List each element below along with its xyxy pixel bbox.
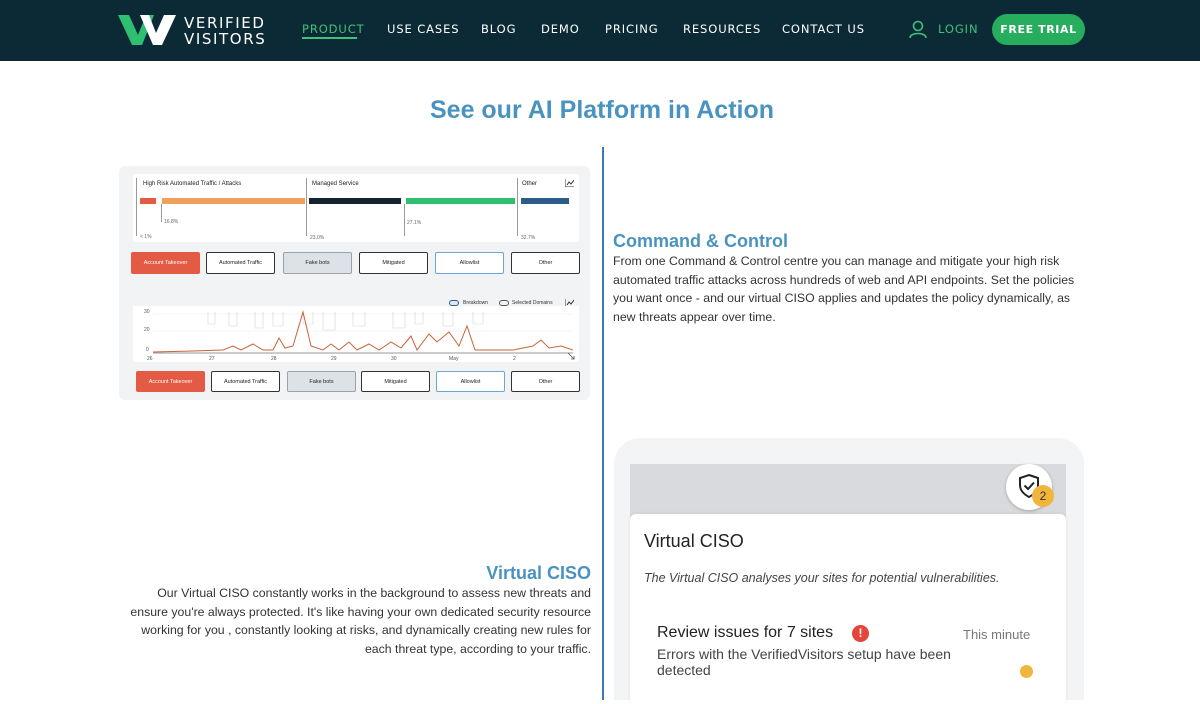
y-tick-20: 20 — [144, 327, 150, 333]
virtual-ciso-card: Virtual CISO The Virtual CISO analyses y… — [630, 514, 1066, 704]
nav-blog[interactable]: BLOG — [481, 22, 516, 36]
free-trial-button[interactable]: FREE TRIAL — [992, 14, 1085, 45]
filter-allowlist-bottom[interactable]: Allowlist — [436, 371, 505, 392]
pct-ato: < 1% — [140, 234, 152, 240]
filter-mitigated-bottom[interactable]: Mitigated — [361, 371, 430, 392]
x-tick-26: 26 — [147, 356, 153, 362]
notification-badge: 2 — [1032, 485, 1054, 507]
x-tick-27: 27 — [209, 356, 215, 362]
x-tick-28: 28 — [271, 356, 277, 362]
top-nav: VERIFIED VISITORS PRODUCT USE CASES BLOG… — [0, 0, 1200, 61]
bar-label-high-risk: High Risk Automated Traffic / Attacks — [143, 181, 242, 187]
virtual-ciso-title: Virtual CISO — [486, 563, 591, 583]
filter-mitigated[interactable]: Mitigated — [359, 252, 428, 274]
chart-type-icon[interactable] — [565, 179, 574, 187]
y-tick-30: 30 — [144, 309, 150, 315]
traffic-breakdown-card: High Risk Automated Traffic / Attacks Ma… — [133, 174, 579, 242]
phone-card-title: Virtual CISO — [644, 531, 744, 551]
nav-active-underline — [302, 37, 357, 39]
y-tick-0: 0 — [146, 347, 149, 353]
pct-mitigated: 27.1% — [407, 220, 422, 226]
command-control-title: Command & Control — [613, 231, 788, 251]
nav-contact-us[interactable]: CONTACT US — [782, 22, 865, 36]
review-issues-link[interactable]: Review issues for 7 sites — [657, 624, 833, 642]
bar-label-other: Other — [522, 181, 538, 187]
x-tick-30: 30 — [391, 356, 397, 362]
phone-header-bar — [630, 464, 1066, 518]
pct-other: 32.7% — [521, 235, 536, 241]
traffic-trend-lines — [153, 310, 573, 354]
issue-timestamp: This minute — [963, 627, 1031, 642]
brand-logo[interactable]: VERIFIED VISITORS — [118, 11, 268, 51]
issue-description: Errors with the VerifiedVisitors setup h… — [657, 646, 951, 678]
user-icon[interactable] — [908, 19, 928, 39]
filter-other-bottom[interactable]: Other — [511, 371, 580, 392]
filter-automated-traffic-bottom[interactable]: Automated Traffic — [211, 371, 280, 392]
filter-allowlist[interactable]: Allowlist — [435, 252, 504, 274]
nav-resources[interactable]: RESOURCES — [683, 22, 761, 36]
nav-use-cases[interactable]: USE CASES — [387, 22, 460, 36]
section-title: See our AI Platform in Action — [429, 96, 775, 124]
verified-visitors-logo-icon — [118, 15, 176, 45]
filter-fake-bots[interactable]: Fake bots — [283, 252, 352, 274]
pct-automated: 16.8% — [164, 219, 179, 225]
nav-pricing[interactable]: PRICING — [605, 22, 659, 36]
alert-icon: ! — [852, 625, 869, 642]
x-tick-29: 29 — [331, 356, 337, 362]
traffic-line-chart: 30 20 0 26 27 28 29 30 May 2 — [133, 306, 579, 362]
filter-account-takeover[interactable]: Account Takeover — [131, 252, 200, 274]
filter-automated-traffic[interactable]: Automated Traffic — [206, 252, 275, 274]
nav-demo[interactable]: DEMO — [541, 22, 580, 36]
command-control-body: From one Command & Control centre you ca… — [613, 254, 1075, 324]
status-dot — [1020, 665, 1033, 678]
filter-fake-bots-bottom[interactable]: Fake bots — [287, 371, 356, 392]
center-divider — [602, 147, 604, 700]
virtual-ciso-phone-preview: Virtual CISO The Virtual CISO analyses y… — [614, 438, 1084, 704]
dashboard-preview: High Risk Automated Traffic / Attacks Ma… — [119, 166, 590, 400]
phone-card-subtitle: The Virtual CISO analyses your sites for… — [644, 571, 1000, 585]
bar-label-managed: Managed Service — [312, 181, 359, 187]
x-tick-2: 2 — [513, 356, 516, 362]
brand-line2: VISITORS — [184, 30, 267, 48]
x-tick-may: May — [449, 356, 459, 362]
login-link[interactable]: LOGIN — [938, 22, 978, 36]
virtual-ciso-body: Our Virtual CISO constantly works in the… — [130, 586, 591, 656]
filter-account-takeover-bottom[interactable]: Account Takeover — [136, 371, 205, 392]
pct-fake-bots: 23.0% — [310, 235, 325, 241]
nav-product[interactable]: PRODUCT — [302, 22, 365, 36]
filter-other[interactable]: Other — [511, 252, 580, 274]
resize-icon[interactable] — [567, 352, 575, 360]
